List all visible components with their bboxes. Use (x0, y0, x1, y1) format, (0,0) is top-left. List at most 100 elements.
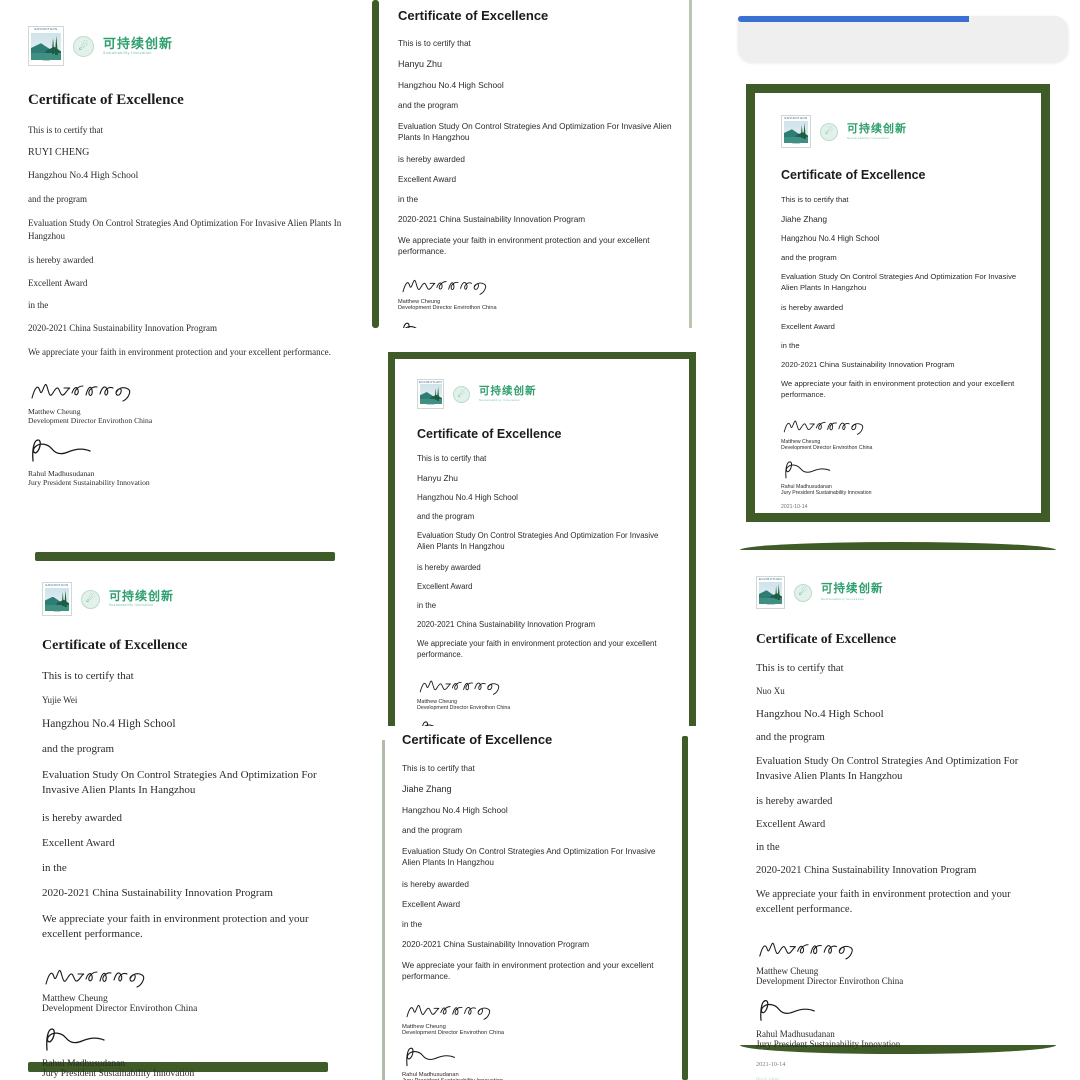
logo-bottom-text: CHINA (41, 60, 51, 63)
line-in-the: in the (402, 919, 423, 929)
logo-bottom-text: CHINA (791, 142, 801, 145)
line-in-the: in the (398, 194, 419, 204)
line-and-program: and the program (398, 101, 459, 110)
line-awarded: is hereby awarded (42, 811, 123, 824)
line-and-program: and the program (781, 253, 837, 262)
brand-chinese-name: 可持续创新 (109, 589, 175, 604)
logo-bottom-text: CHINA (52, 610, 62, 613)
certificate-card-ruyi-cheng[interactable]: ENVIROTHON CHINA ☄ 可持续创新 Sustainability … (0, 0, 368, 500)
line-in-the: in the (756, 842, 780, 854)
recipient-name: Nuo Xu (756, 686, 785, 696)
recipient-name: Hanyu Zhu (398, 59, 443, 69)
certificate-card-yujie-wei[interactable]: ENVIROTHON CHINA ☄ 可持续创新 Sustainability … (0, 548, 348, 1080)
line-school: Hangzhou No.4 High School (398, 80, 504, 90)
screenshot-collage: ENVIROTHON CHINA ☄ 可持续创新 Sustainability … (0, 0, 1080, 1080)
sustainability-badge-icon: ☄ (81, 589, 100, 609)
line-thanks: We appreciate your faith in environment … (42, 912, 309, 941)
line-certify: This is to certify that (756, 663, 844, 674)
line-in-the: in the (28, 300, 49, 311)
sustainability-badge-icon: ☄ (820, 122, 838, 141)
certificate-title: Certificate of Excellence (42, 638, 188, 653)
recipient-name: Yujie Wei (42, 695, 78, 705)
line-award: Excellent Award (756, 819, 826, 831)
line-in-the: in the (781, 341, 800, 351)
signatory-1-title: Development Director Envirothon China (756, 975, 904, 986)
signatory-1-name: Matthew Cheung (42, 993, 108, 1004)
line-program-name: 2020-2021 China Sustainability Innovatio… (42, 886, 273, 899)
recipient-name: Hanyu Zhu (417, 473, 458, 483)
envirothon-logo-icon: ENVIROTHON CHINA (417, 379, 444, 409)
line-program: Evaluation Study On Control Strategies A… (42, 769, 317, 797)
signatory-1-name: Matthew Cheung (756, 965, 819, 976)
brand-logo: ENVIROTHON CHINA ☄ 可持续创新 Sustainability … (28, 26, 346, 66)
brand-logo: ENVIROTHON CHINA ☄ 可持续创新 Sustainability … (42, 582, 326, 616)
browser-card (738, 16, 1068, 62)
line-and-program: and the program (42, 743, 115, 755)
signatory-1-title: Development Director Envirothon China (42, 1003, 198, 1014)
certificate-card-nuo-xu[interactable]: ENVIROTHON CHINA ☄ 可持续创新 Sustainability … (732, 540, 1072, 1080)
block-token-label: Block token: (781, 518, 804, 522)
green-edge-top (35, 552, 335, 561)
line-program-name: 2020-2021 China Sustainability Innovatio… (417, 619, 596, 629)
signatory-2-name: Rahul Madhusudanan (756, 1028, 835, 1039)
line-school: Hangzhou No.4 High School (42, 718, 176, 730)
line-award: Excellent Award (28, 277, 88, 288)
brand-english-name: Sustainability Innovation (821, 596, 865, 601)
line-program: Evaluation Study On Control Strategies A… (398, 122, 672, 143)
line-awarded: is hereby awarded (398, 154, 465, 164)
certificate-card-hanyu-zhu-center[interactable]: ENVIROTHON CHINA ☄ 可持续创新 Sustainability … (388, 352, 696, 744)
line-award: Excellent Award (417, 581, 473, 591)
line-in-the: in the (417, 600, 437, 610)
brand-english-name: Sustainability Innovation (479, 397, 521, 402)
signatory-1-title: Development Director Envirothon China (417, 704, 511, 711)
sustainability-badge-icon: ☄ (73, 35, 94, 57)
certificate-title: Certificate of Excellence (756, 631, 897, 646)
certificate-card-jiahe-zhang-framed[interactable]: ENVIROTHON CHINA ☄ 可持续创新 Sustainability … (746, 84, 1050, 522)
recipient-name: RUYI CHENG (28, 147, 90, 159)
signature-rahul-madhusudanan (403, 322, 417, 328)
line-thanks: We appreciate your faith in environment … (28, 347, 331, 358)
green-edge-right (682, 736, 688, 1080)
certificate-card-jiahe-zhang-bottom[interactable]: Certificate of Excellence This is to cer… (380, 726, 698, 1080)
recipient-name: Jiahe Zhang (781, 214, 828, 224)
certificate-title: Certificate of Excellence (781, 168, 926, 182)
signature-rahul-madhusudanan (46, 1027, 105, 1051)
signatory-1-title: Development Director Envirothon China (398, 304, 497, 311)
logo-bottom-text: CHINA (766, 603, 775, 606)
line-award: Excellent Award (42, 836, 115, 849)
line-program: Evaluation Study On Control Strategies A… (756, 756, 1019, 782)
line-thanks: We appreciate your faith in environment … (402, 960, 654, 982)
brand-chinese-name: 可持续创新 (847, 122, 907, 135)
envirothon-logo-icon: ENVIROTHON CHINA (42, 582, 72, 616)
green-edge-right (689, 0, 692, 328)
line-certify: This is to certify that (417, 454, 487, 463)
line-program-name: 2020-2021 China Sustainability Innovatio… (756, 865, 977, 877)
signature-rahul-madhusudanan (32, 439, 91, 462)
brand-logo: ENVIROTHON CHINA ☄ 可持续创新 Sustainability … (781, 115, 1023, 148)
badge-glyph: ☄ (86, 593, 95, 605)
certificate-title: Certificate of Excellence (402, 732, 553, 747)
signature-matthew-cheung (759, 942, 853, 960)
line-school: Hangzhou No.4 High School (417, 493, 518, 502)
issue-date: 2021-10-14 (756, 1060, 786, 1068)
signature-rahul-madhusudanan (760, 999, 815, 1021)
signatory-1-name: Matthew Cheung (28, 407, 81, 417)
line-and-program: and the program (756, 732, 825, 743)
line-program: Evaluation Study On Control Strategies A… (417, 531, 659, 551)
signatory-2-name: Rahul Madhusudanan (42, 1058, 126, 1069)
brand-chinese-name: 可持续创新 (479, 385, 537, 398)
badge-glyph: ☄ (798, 587, 808, 598)
signature-matthew-cheung (31, 384, 131, 402)
signature-matthew-cheung (45, 969, 145, 988)
line-and-program: and the program (28, 193, 87, 204)
certificate-card-hanyu-zhu-top[interactable]: Certificate of Excellence This is to cer… (372, 0, 692, 328)
signatory-1-title: Development Director Envirothon China (402, 1029, 505, 1036)
envirothon-logo-icon: ENVIROTHON CHINA (756, 576, 785, 609)
signature-matthew-cheung (402, 279, 487, 295)
line-thanks: We appreciate your faith in environment … (398, 235, 650, 257)
envirothon-logo-icon: ENVIROTHON CHINA (28, 26, 64, 66)
brand-english-name: Sustainability Innovation (103, 50, 152, 55)
sustainability-badge-icon: ☄ (453, 385, 470, 403)
line-awarded: is hereby awarded (402, 879, 469, 889)
line-and-program: and the program (417, 512, 475, 521)
